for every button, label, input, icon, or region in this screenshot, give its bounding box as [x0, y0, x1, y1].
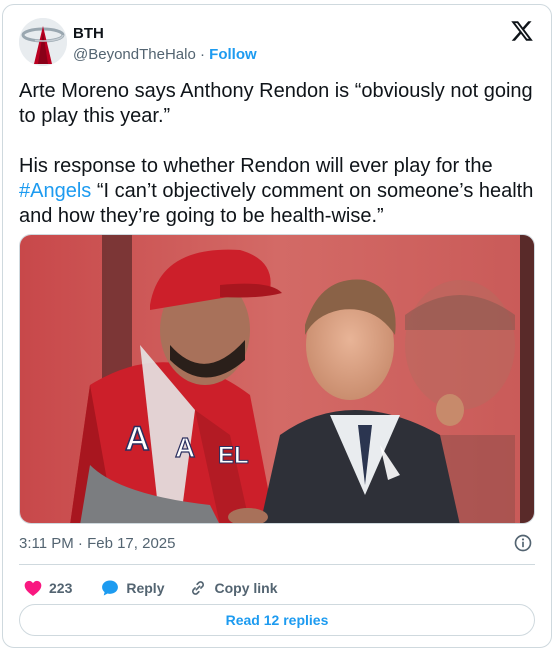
tweet-timestamp[interactable]: 3:11 PM · Feb 17, 2025 — [19, 535, 175, 552]
photo-illustration: A A EL — [20, 235, 534, 523]
follow-button[interactable]: Follow — [209, 46, 257, 63]
svg-text:EL: EL — [218, 442, 249, 469]
reply-label: Reply — [126, 580, 165, 596]
tweet-actions: 223 Reply Copy link — [19, 571, 278, 605]
author-handle-row: @BeyondTheHalo · Follow — [73, 46, 257, 63]
author-handle[interactable]: @BeyondTheHalo — [73, 46, 196, 63]
tweet-paragraph-2: His response to whether Rendon will ever… — [19, 154, 541, 229]
tweet-paragraph-2-end: “I can’t objectively comment on someone’… — [19, 180, 534, 227]
tweet-paragraph-1: Arte Moreno says Anthony Rendon is “obvi… — [19, 80, 533, 127]
read-replies-button[interactable]: Read 12 replies — [19, 604, 535, 636]
tweet-text: Arte Moreno says Anthony Rendon is “obvi… — [19, 79, 541, 229]
halo-logo-icon — [19, 18, 67, 66]
tweet-paragraph-2-start: His response to whether Rendon will ever… — [19, 155, 493, 177]
heart-icon — [24, 580, 42, 596]
info-icon[interactable] — [513, 533, 533, 553]
like-count: 223 — [49, 580, 73, 596]
separator-dot: · — [199, 46, 205, 63]
reply-bubble-icon — [102, 580, 119, 596]
copy-link-label: Copy link — [214, 580, 278, 596]
svg-text:A: A — [125, 420, 150, 458]
avatar[interactable] — [19, 18, 67, 66]
author-name[interactable]: BTH — [73, 25, 104, 42]
tweet-card: BTH @BeyondTheHalo · Follow Arte Moreno … — [2, 4, 552, 648]
link-icon — [192, 581, 205, 595]
like-button[interactable]: 223 — [23, 578, 72, 598]
tweet-photo[interactable]: A A EL — [19, 234, 535, 524]
svg-text:A: A — [175, 432, 195, 463]
hashtag-link-angels[interactable]: #Angels — [19, 180, 91, 202]
x-logo-icon[interactable] — [510, 19, 534, 43]
reply-button[interactable]: Reply — [100, 578, 164, 598]
divider — [19, 564, 535, 565]
copy-link-button[interactable]: Copy link — [188, 578, 278, 598]
